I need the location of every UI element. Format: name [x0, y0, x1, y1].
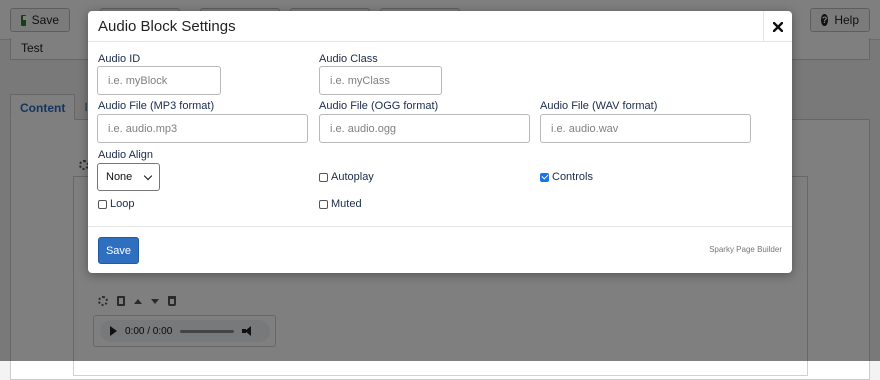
loop-label: Loop [110, 198, 135, 210]
audio-ogg-label: Audio File (OGG format) [319, 100, 439, 112]
chevron-down-icon [143, 171, 153, 180]
modal-title: Audio Block Settings [98, 18, 236, 35]
controls-option[interactable]: Controls [540, 171, 593, 183]
audio-ogg-input[interactable] [319, 114, 530, 143]
audio-align-value: None [106, 171, 133, 183]
save-button[interactable]: Save [98, 237, 139, 264]
audio-align-select[interactable]: None [97, 163, 160, 191]
audio-wav-label: Audio File (WAV format) [540, 100, 658, 112]
audio-align-label: Audio Align [98, 149, 154, 161]
footer-divider [88, 226, 792, 227]
modal-header: Audio Block Settings [88, 11, 792, 42]
audio-mp3-input[interactable] [97, 114, 308, 143]
muted-checkbox[interactable] [319, 199, 328, 209]
audio-mp3-label: Audio File (MP3 format) [98, 100, 215, 112]
audio-class-input[interactable] [319, 66, 442, 95]
autoplay-option[interactable]: Autoplay [319, 171, 374, 183]
muted-option[interactable]: Muted [319, 198, 362, 210]
audio-wav-input[interactable] [540, 114, 751, 143]
close-icon [773, 21, 783, 32]
audio-class-label: Audio Class [319, 53, 378, 65]
autoplay-checkbox[interactable] [319, 172, 328, 182]
close-button[interactable] [763, 11, 792, 42]
controls-checkbox[interactable] [540, 172, 549, 182]
audio-settings-modal: Audio Block Settings Audio ID Audio Clas… [88, 11, 792, 273]
audio-id-input[interactable] [97, 66, 221, 95]
loop-checkbox[interactable] [98, 199, 107, 209]
loop-option[interactable]: Loop [98, 198, 134, 210]
audio-id-label: Audio ID [98, 53, 141, 65]
autoplay-label: Autoplay [331, 171, 374, 183]
muted-label: Muted [331, 198, 362, 210]
controls-label: Controls [552, 171, 593, 183]
brand-credit: Sparky Page Builder [709, 245, 782, 254]
